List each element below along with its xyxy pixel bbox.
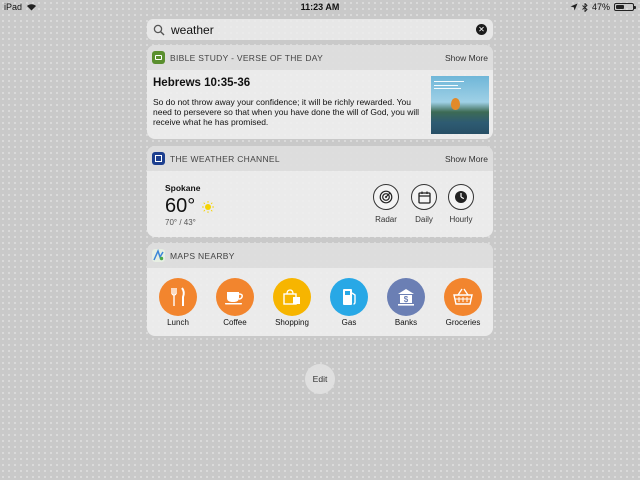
- widget-header: MAPS NEARBY: [147, 243, 493, 268]
- lunch-label: Lunch: [167, 318, 189, 327]
- banks-label: Banks: [394, 318, 418, 327]
- hot-air-balloon-graphic: [451, 98, 460, 110]
- status-time: 11:23 AM: [300, 2, 340, 12]
- weather-channel-app-icon: [152, 152, 165, 165]
- widget-body[interactable]: Hebrews 10:35-36 So do not throw away yo…: [147, 70, 493, 139]
- banks-circle: $: [387, 278, 425, 316]
- lunch-button[interactable]: Lunch: [158, 278, 198, 327]
- widget-header: THE WEATHER CHANNEL Show More: [147, 146, 493, 171]
- gas-circle: [330, 278, 368, 316]
- radar-label: Radar: [375, 215, 397, 224]
- sun-icon: [202, 201, 214, 213]
- hourly-button[interactable]: Hourly: [447, 184, 475, 224]
- coffee-circle: [216, 278, 254, 316]
- radar-icon: [379, 190, 393, 204]
- groceries-label: Groceries: [445, 318, 481, 327]
- lunch-circle: [159, 278, 197, 316]
- bluetooth-icon: [582, 2, 588, 12]
- show-more-button[interactable]: Show More: [445, 154, 488, 164]
- coffee-label: Coffee: [223, 318, 247, 327]
- svg-text:$: $: [404, 295, 409, 304]
- groceries-button[interactable]: Groceries: [443, 278, 483, 327]
- verse-reference: Hebrews 10:35-36: [153, 77, 251, 89]
- widget-body[interactable]: Spokane 60° 70° / 43° Radar Daily Hourly: [147, 171, 493, 237]
- shopping-circle: [273, 278, 311, 316]
- gas-pump-icon: [343, 289, 356, 305]
- search-icon: [153, 24, 165, 35]
- widget-title: THE WEATHER CHANNEL: [170, 153, 280, 164]
- bible-app-icon: [152, 51, 165, 64]
- battery-level: [616, 5, 624, 9]
- maps-app-icon: [152, 249, 165, 262]
- calendar-icon: [417, 191, 431, 204]
- daily-button[interactable]: Daily: [410, 184, 438, 224]
- shopping-button[interactable]: Shopping: [272, 278, 312, 327]
- groceries-circle: [444, 278, 482, 316]
- daily-label: Daily: [415, 215, 433, 224]
- radar-button[interactable]: Radar: [372, 184, 400, 224]
- show-more-button[interactable]: Show More: [445, 53, 488, 63]
- city-name: Spokane: [165, 183, 201, 193]
- search-input[interactable]: [171, 22, 476, 37]
- widget-header: BIBLE STUDY - VERSE OF THE DAY Show More: [147, 45, 493, 70]
- battery-icon: [614, 3, 636, 11]
- gas-button[interactable]: Gas: [329, 278, 369, 327]
- coffee-cup-icon: [225, 292, 243, 305]
- widget-title: BIBLE STUDY - VERSE OF THE DAY: [170, 52, 324, 63]
- widget-title: MAPS NEARBY: [170, 250, 235, 261]
- basket-icon: [453, 288, 473, 305]
- bank-icon: $: [398, 289, 414, 306]
- search-bar[interactable]: ✕: [147, 19, 493, 40]
- high-low-temperature: 70° / 43°: [165, 218, 196, 227]
- verse-image-text-decoration: ▬▬▬▬▬▬▬▬▬▬ ▬▬▬▬▬▬▬▬ ▬▬▬▬▬▬▬▬▬: [434, 79, 464, 90]
- verse-image[interactable]: ▬▬▬▬▬▬▬▬▬▬ ▬▬▬▬▬▬▬▬ ▬▬▬▬▬▬▬▬▬: [431, 76, 489, 134]
- hourly-label: Hourly: [449, 215, 473, 224]
- bible-study-widget: BIBLE STUDY - VERSE OF THE DAY Show More…: [147, 45, 493, 139]
- current-temperature: 60°: [165, 195, 196, 217]
- shopping-bag-icon: [283, 289, 300, 305]
- shopping-label: Shopping: [275, 318, 309, 327]
- maps-nearby-widget: MAPS NEARBY Lunch Coffee Shopping Gas $ …: [147, 243, 493, 336]
- clear-search-button[interactable]: ✕: [476, 24, 487, 35]
- location-arrow-icon: [570, 3, 578, 11]
- fork-knife-icon: [171, 287, 185, 306]
- verse-text: So do not throw away your confidence; it…: [153, 97, 420, 128]
- banks-button[interactable]: $ Banks: [386, 278, 426, 327]
- clock-icon: [455, 191, 467, 203]
- weather-channel-widget: THE WEATHER CHANNEL Show More Spokane 60…: [147, 146, 493, 237]
- widget-body: Lunch Coffee Shopping Gas $ Banks Grocer…: [147, 268, 493, 336]
- edit-button[interactable]: Edit: [305, 364, 335, 394]
- status-bar: iPad 11:23 AM 47%: [0, 0, 640, 14]
- gas-label: Gas: [341, 318, 357, 327]
- battery-percent: 47%: [591, 2, 610, 12]
- coffee-button[interactable]: Coffee: [215, 278, 255, 327]
